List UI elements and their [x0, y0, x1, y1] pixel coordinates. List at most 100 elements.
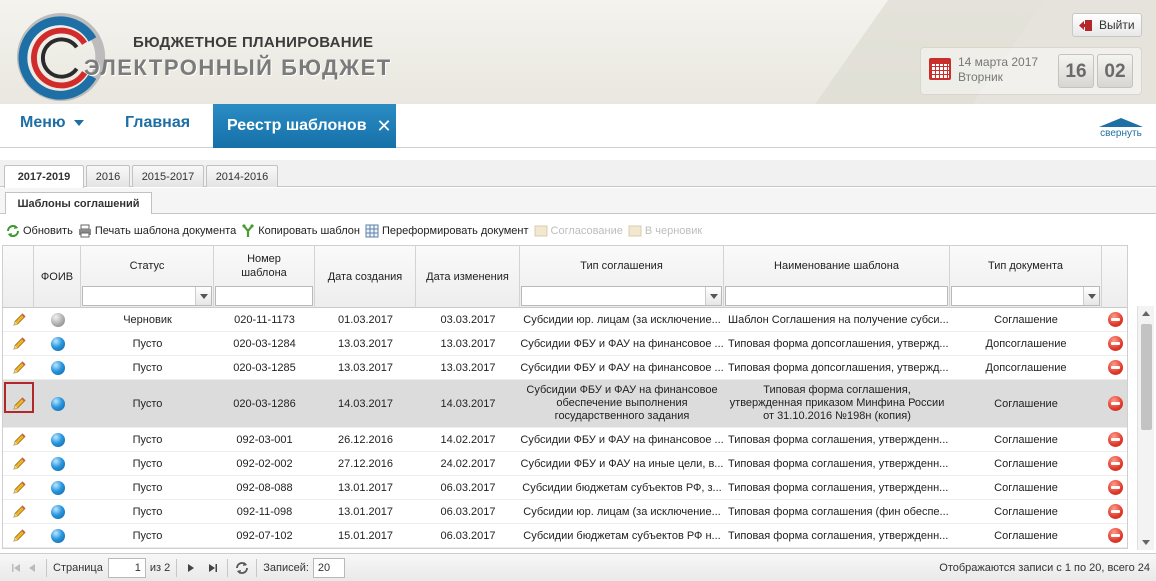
cell-created: 26.12.2016	[337, 433, 394, 446]
prev-page-icon[interactable]	[24, 560, 40, 576]
delete-icon[interactable]	[1108, 504, 1123, 519]
to-draft-button[interactable]: В черновик	[628, 224, 702, 238]
agreement-type-filter-select[interactable]	[521, 286, 722, 306]
pencil-icon[interactable]	[11, 360, 27, 376]
doc-type-filter-select[interactable]	[951, 286, 1100, 306]
column-header-edit	[3, 246, 34, 308]
number-filter-input[interactable]	[215, 286, 313, 306]
refresh-icon[interactable]	[234, 560, 250, 576]
page-number-input[interactable]: 1	[107, 557, 146, 578]
cell-number: 020-03-1284	[233, 337, 296, 350]
current-date: 14 марта 2017 Вторник	[958, 55, 1038, 85]
delete-icon[interactable]	[1108, 336, 1123, 351]
records-per-page-input[interactable]: 20	[312, 557, 345, 578]
column-header-created[interactable]: Дата создания	[315, 246, 416, 308]
delete-icon[interactable]	[1108, 360, 1123, 375]
scroll-thumb[interactable]	[1141, 324, 1152, 430]
scroll-down-icon[interactable]	[1142, 540, 1150, 545]
copy-template-button[interactable]: Копировать шаблон	[241, 224, 360, 238]
cell-created: 13.01.2017	[337, 505, 394, 518]
table-row[interactable]: Черновик 020-11-1173 01.03.2017 03.03.2017 С…	[3, 308, 1127, 332]
status-filter-select[interactable]	[82, 286, 212, 306]
to-draft-label: В черновик	[644, 225, 703, 237]
tab-label: Реестр шаблонов	[227, 117, 367, 134]
cell-agreement-type: Субсидии ФБУ и ФАУ на финансовое обеспеч…	[526, 384, 718, 422]
table-row[interactable]: Пусто 092-11-098 13.01.2017 06.03.2017 Субси…	[3, 500, 1127, 524]
column-header-template-name[interactable]: Наименование шаблона	[724, 246, 950, 308]
close-icon[interactable]: ✕	[377, 116, 392, 137]
column-header-status[interactable]: Статус	[81, 246, 214, 308]
print-label: Печать шаблона документа	[94, 225, 237, 237]
pencil-icon[interactable]	[11, 312, 27, 328]
year-tab-2014-2016[interactable]: 2014-2016	[206, 165, 278, 187]
clock-minutes: 02	[1097, 54, 1133, 88]
tab-template-registry[interactable]: Реестр шаблонов ✕	[213, 104, 396, 148]
pencil-icon[interactable]	[11, 336, 27, 352]
cell-template-name: Типовая форма соглашения, утвержденн...	[728, 481, 949, 494]
column-header-number[interactable]: Номер шаблона	[214, 246, 315, 308]
cell-doc-type: Допсоглашение	[985, 361, 1067, 374]
edit-cell	[3, 500, 34, 523]
cell-created: 15.01.2017	[337, 529, 394, 542]
template-name-filter-input[interactable]	[725, 286, 948, 306]
home-link[interactable]: Главная	[125, 114, 190, 132]
year-tab-2015-2017[interactable]: 2015-2017	[132, 165, 204, 187]
reform-document-button[interactable]: Переформировать документ	[365, 224, 529, 238]
delete-icon[interactable]	[1108, 456, 1123, 471]
dropdown-arrow-icon[interactable]	[1083, 287, 1099, 305]
cell-template-name: Типовая форма допсоглашения, утвержд...	[728, 361, 949, 374]
menu-button[interactable]: Меню	[20, 114, 84, 132]
cell-status: Черновик	[123, 313, 172, 326]
dropdown-arrow-icon[interactable]	[195, 287, 211, 305]
pencil-icon[interactable]	[11, 528, 27, 544]
table-row[interactable]: Пусто 092-02-002 27.12.2016 24.02.2017 Субси…	[3, 452, 1127, 476]
approval-button[interactable]: Согласование	[534, 224, 623, 238]
cell-number: 092-07-102	[236, 529, 293, 542]
pencil-icon[interactable]	[11, 432, 27, 448]
refresh-icon	[6, 224, 20, 238]
year-tab-2017-2019[interactable]: 2017-2019	[4, 165, 84, 188]
chevron-down-icon	[73, 120, 84, 126]
table-row[interactable]: Пусто 020-03-1284 13.03.2017 13.03.2017 Субс…	[3, 332, 1127, 356]
table-row[interactable]: Пусто 092-08-088 13.01.2017 06.03.2017 Субси…	[3, 476, 1127, 500]
column-header-agreement-type[interactable]: Тип соглашения	[520, 246, 724, 308]
delete-icon[interactable]	[1108, 528, 1123, 543]
logout-button[interactable]: Выйти	[1072, 13, 1142, 37]
column-header-modified[interactable]: Дата изменения	[416, 246, 520, 308]
cell-agreement-type: Субсидии ФБУ и ФАУ на финансовое ...	[520, 433, 724, 446]
delete-icon[interactable]	[1108, 480, 1123, 495]
table-row[interactable]: Пусто 092-07-102 15.01.2017 06.03.2017 Субси…	[3, 524, 1127, 548]
cell-status: Пусто	[132, 337, 163, 350]
last-page-icon[interactable]	[205, 560, 221, 576]
globe-icon	[50, 396, 65, 411]
foiv-cell	[34, 428, 81, 451]
year-tab-2016[interactable]: 2016	[86, 165, 130, 187]
table-row[interactable]: Пусто 020-03-1285 13.03.2017 13.03.2017 Субс…	[3, 356, 1127, 380]
column-header-doc-type[interactable]: Тип документа	[950, 246, 1102, 308]
print-template-button[interactable]: Печать шаблона документа	[78, 224, 236, 238]
next-page-icon[interactable]	[183, 560, 199, 576]
edit-cell	[3, 476, 34, 499]
cell-template-name: Типовая форма соглашения, утвержденн...	[728, 433, 949, 446]
table-row[interactable]: Пусто 020-03-1286 14.03.2017 14.03.2017 Субс…	[3, 380, 1127, 428]
clock-hours: 16	[1058, 54, 1094, 88]
delete-icon[interactable]	[1108, 396, 1123, 411]
cell-status: Пусто	[132, 505, 163, 518]
pencil-icon[interactable]	[11, 480, 27, 496]
first-page-icon[interactable]	[8, 560, 24, 576]
scroll-up-icon[interactable]	[1142, 311, 1150, 316]
pencil-icon[interactable]	[11, 504, 27, 520]
dropdown-arrow-icon[interactable]	[705, 287, 721, 305]
foiv-cell	[34, 524, 81, 547]
delete-icon[interactable]	[1108, 432, 1123, 447]
delete-icon[interactable]	[1108, 312, 1123, 327]
cell-agreement-type: Субсидии ФБУ и ФАУ на финансовое ...	[520, 361, 724, 374]
column-header-foiv[interactable]: ФОИВ	[34, 246, 81, 308]
globe-icon	[50, 528, 65, 543]
pencil-icon[interactable]	[11, 456, 27, 472]
collapse-button[interactable]: свернуть	[1098, 118, 1144, 142]
table-row[interactable]: Пусто 092-03-001 26.12.2016 14.02.2017 Субси…	[3, 428, 1127, 452]
tab-agreement-templates[interactable]: Шаблоны соглашений	[5, 192, 152, 214]
grid-vertical-scrollbar[interactable]	[1137, 306, 1154, 550]
refresh-button[interactable]: Обновить	[6, 224, 73, 238]
